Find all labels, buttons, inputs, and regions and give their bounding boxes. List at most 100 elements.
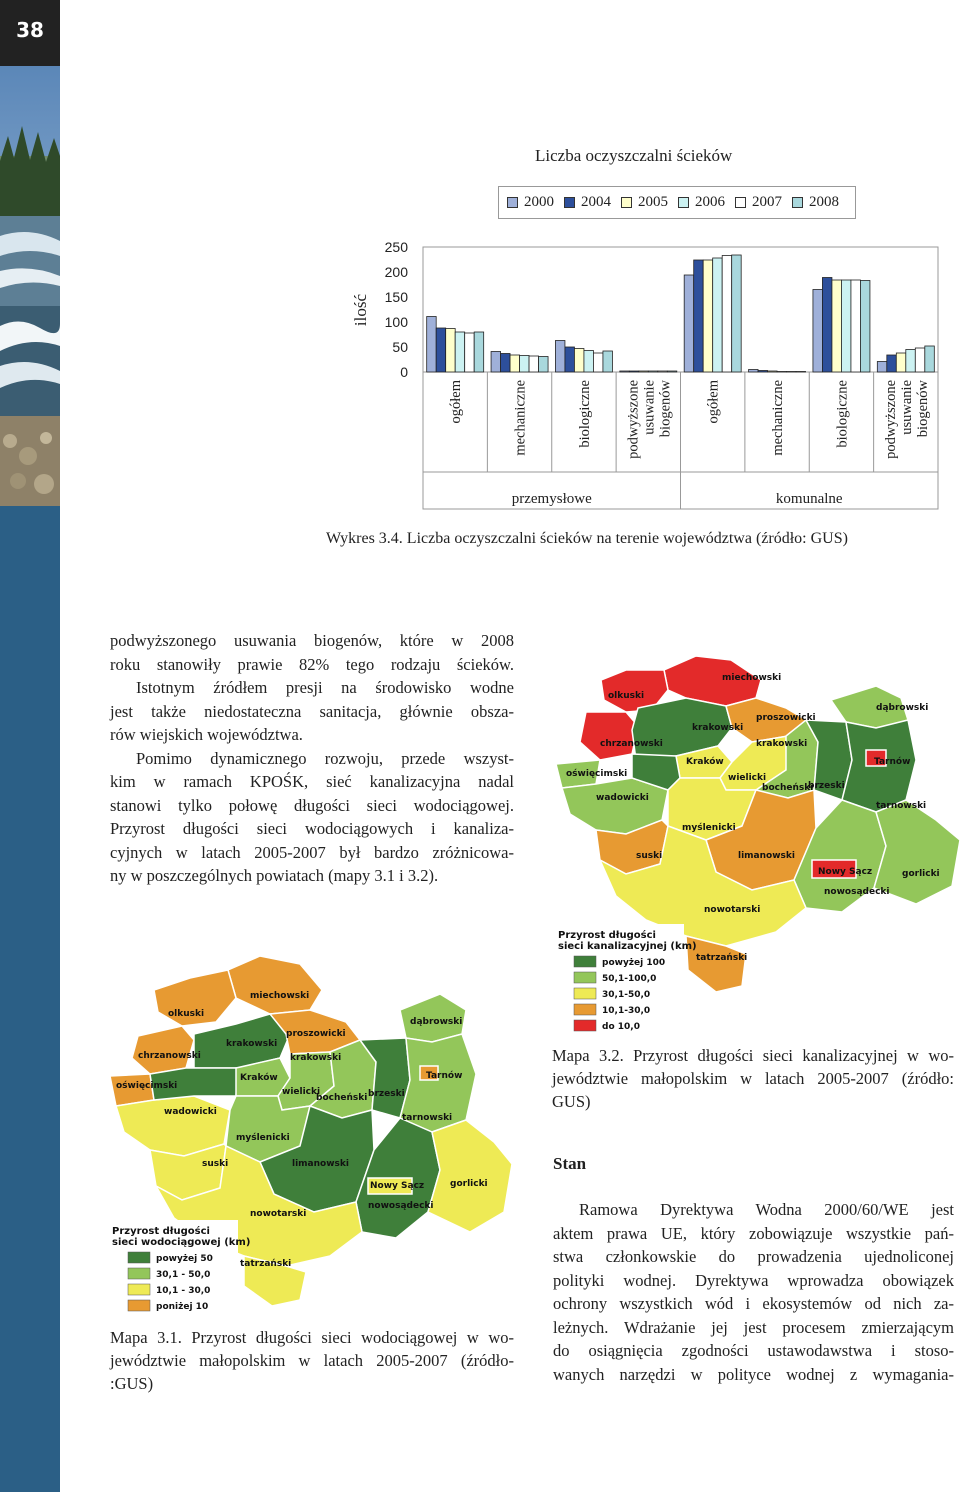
bar-2005-0	[445, 328, 456, 373]
bar-2006-3	[647, 370, 659, 373]
bar-2005-4	[702, 259, 714, 373]
x-tick-label: biogenów	[657, 379, 673, 437]
bar-2005-6	[831, 279, 842, 373]
map2-legend: Przyrost długościsieci kanalizacyjnej (k…	[556, 924, 697, 1032]
map-region-label: nowosądecki	[824, 887, 889, 897]
y-tick-label: 50	[392, 339, 408, 355]
text-line: ny w poszczególnych powiatach (mapy 3.1 …	[110, 866, 439, 885]
text-line: Ramowa Dyrektywa Wodna 2000/60/WE jest	[579, 1200, 954, 1219]
map-region-label: dąbrowski	[410, 1017, 462, 1027]
map-region-label: suski	[202, 1159, 228, 1169]
legend-item-2000: 2000	[507, 194, 554, 211]
bar-2004-6	[822, 277, 833, 373]
map-region-label: Nowy Sącz	[370, 1181, 424, 1191]
map1-legend: Przyrost długościsieci wodociągowej (km)…	[110, 1220, 250, 1312]
bar-2000-2	[555, 340, 566, 373]
region-chrzanowski	[131, 1025, 195, 1075]
map-legend-label: 30,1-50,0	[602, 990, 650, 1000]
bar-2006-7	[905, 349, 916, 373]
chart-legend: 2000 2004 2005 2006 2007 2008	[498, 186, 856, 219]
x-tick-label: podwyższone	[625, 380, 641, 459]
y-tick-label: 250	[385, 239, 409, 255]
map-legend-title: sieci kanalizacyjnej (km)	[558, 941, 697, 952]
map-legend-swatch	[573, 1003, 597, 1016]
text-line: aktem prawa UE, który zobowiązuje wszyst…	[553, 1223, 954, 1243]
legend-label: 2005	[638, 194, 668, 210]
bar-2004-4	[693, 259, 704, 373]
map-legend-label: 10,1-30,0	[602, 1006, 650, 1016]
bar-2008-7	[924, 345, 935, 373]
y-axis-label: ilość	[351, 293, 370, 326]
map-region-label: miechowski	[250, 991, 309, 1001]
page-number-box: 38	[0, 0, 60, 66]
legend-label: 2007	[752, 194, 782, 210]
map-region-label: limanowski	[292, 1159, 349, 1169]
legend-item-2004: 2004	[564, 194, 611, 211]
map-region-label: bocheński	[316, 1093, 367, 1103]
bar-2000-0	[426, 316, 437, 373]
text-line: podwyższonego usuwania biogenów, które w…	[110, 631, 514, 650]
map-region-label: krakowski	[692, 723, 743, 733]
map-region-label: myślenicki	[682, 822, 736, 833]
map-region-label: Kraków	[686, 756, 724, 767]
group-label: komunalne	[776, 491, 843, 507]
text-line: jest także niedostateczna sanitacja, głó…	[110, 701, 514, 721]
caption-line: GUS)	[552, 1092, 591, 1111]
map-region-label: limanowski	[738, 851, 795, 861]
legend-swatch	[507, 197, 518, 208]
map-sewerage-growth: miechowski olkuski krakowski proszowicki dąb…	[556, 655, 960, 1032]
bar-2000-1	[490, 351, 501, 373]
caption-line: jewództwie małopolskim w latach 2005-200…	[552, 1069, 954, 1088]
map-region-label: gorlicki	[450, 1179, 488, 1189]
bar-2000-6	[812, 289, 823, 373]
map-region-label: krakowski	[756, 739, 807, 749]
bar-2004-1	[500, 353, 511, 373]
map-water-supply-growth: miechowski olkuski proszowicki dąbrowski kra…	[110, 955, 513, 1312]
chart-title: Liczba oczyszczalni ścieków	[535, 146, 733, 165]
legend-label: 2000	[524, 194, 554, 210]
x-tick-label: mechaniczne	[770, 380, 786, 456]
map-legend-title: Przyrost długości	[558, 929, 656, 941]
bar-2007-1	[528, 355, 539, 373]
x-tick-label: podwyższone	[883, 380, 899, 459]
map-region-label: myślenicki	[236, 1132, 290, 1143]
map-legend-label: 10,1 - 30,0	[156, 1286, 210, 1296]
map-region-label: tarnowski	[402, 1113, 452, 1123]
text-line: do osiągnięcia zgodności ustawodawstwa i…	[553, 1341, 954, 1360]
map-legend-label: 50,1-100,0	[602, 974, 656, 984]
map-region-label: tatrzański	[696, 953, 747, 963]
legend-swatch	[735, 197, 746, 208]
bar-2006-6	[841, 279, 852, 373]
map1-caption: Mapa 3.1. Przyrost długości sieci wodoci…	[110, 1326, 514, 1395]
text-line: rów wiejskich województwa.	[110, 725, 303, 744]
map-legend-label: poniżej 10	[156, 1302, 208, 1312]
map-region-label: wadowicki	[164, 1107, 217, 1117]
page-number: 38	[16, 18, 44, 42]
bar-2005-2	[574, 348, 585, 373]
bar-2008-5	[795, 371, 806, 373]
text-line: Przyrost długości sieci wodociągowych i …	[110, 819, 514, 838]
map-legend-swatch	[573, 1019, 597, 1032]
bar-2000-3	[619, 370, 630, 373]
chart-caption: Wykres 3.4. Liczba oczyszczalni ścieków …	[326, 530, 848, 547]
river-photo	[0, 66, 60, 506]
map-region-label: Nowy Sącz	[818, 867, 872, 877]
bar-2006-5	[776, 371, 787, 373]
map-region-label: nowosądecki	[368, 1201, 433, 1211]
bar-2007-4	[721, 255, 733, 373]
map-legend-title: Przyrost długości	[112, 1225, 210, 1237]
bar-2000-7	[876, 361, 888, 373]
x-tick-label: biogenów	[915, 379, 931, 437]
legend-label: 2006	[695, 194, 725, 210]
map2-caption: Mapa 3.2. Przyrost długości sieci kanali…	[552, 1044, 954, 1113]
bar-2008-2	[602, 350, 613, 373]
map-region-label: krakowski	[290, 1053, 341, 1063]
map-region-label: wadowicki	[596, 793, 649, 803]
legend-swatch	[792, 197, 803, 208]
bar-2004-2	[564, 346, 575, 373]
bar-2008-0	[473, 331, 485, 373]
text-line: cyjnych w latach 2005-2007 był bardzo zr…	[110, 842, 514, 862]
map-legend-label: powyżej 50	[156, 1254, 213, 1264]
map-region-label: olkuski	[608, 691, 644, 701]
map-region-label: Tarnów	[874, 756, 910, 767]
